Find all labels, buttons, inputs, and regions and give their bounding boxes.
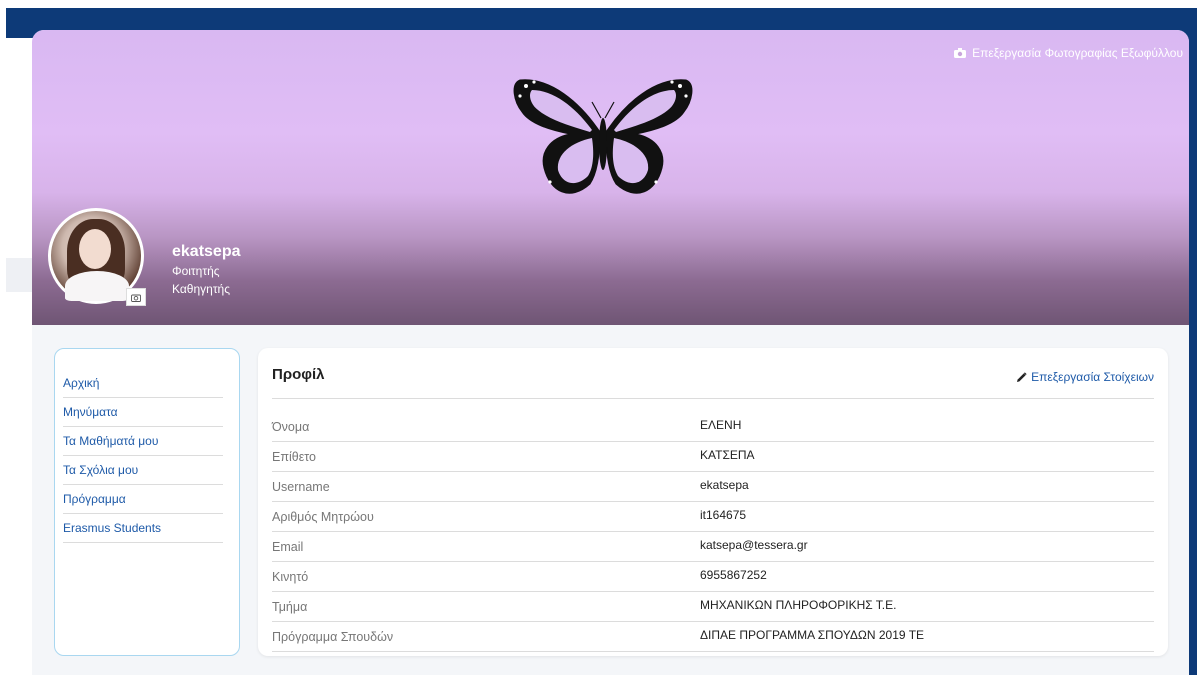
profile-page-card: Επεξεργασία Φωτογραφίας Εξωφύλλου ekatse… (32, 30, 1189, 675)
edit-details-label: Επεξεργασία Στοίχειων (1031, 370, 1154, 384)
profile-username: ekatsepa (172, 243, 241, 260)
sidebar-menu: Αρχική Μηνύματα Τα Μαθήματά μου Τα Σχόλι… (54, 348, 240, 656)
field-label: Επίθετο (272, 450, 316, 464)
butterfly-image (513, 79, 693, 194)
sidebar-item-my-comments[interactable]: Τα Σχόλια μου (63, 456, 223, 485)
profile-fields: Όνομα ΕΛΕΝΗ Επίθετο ΚΑΤΣΕΠΑ Username eka… (272, 412, 1154, 652)
field-label: Όνομα (272, 420, 310, 434)
change-avatar-button[interactable] (126, 288, 146, 306)
role-teacher: Καθηγητής (172, 282, 231, 296)
sidebar-item-schedule[interactable]: Πρόγραμμα (63, 485, 223, 514)
field-row-registration-number: Αριθμός Μητρώου it164675 (272, 502, 1154, 532)
field-row-email: Email katsepa@tessera.gr (272, 532, 1154, 562)
field-row-username: Username ekatsepa (272, 472, 1154, 502)
camera-icon (954, 48, 967, 58)
profile-details-card: Προφίλ Επεξεργασία Στοίχειων Όνομα ΕΛΕΝΗ… (258, 348, 1168, 656)
field-row-first-name: Όνομα ΕΛΕΝΗ (272, 412, 1154, 442)
field-value: it164675 (700, 508, 747, 522)
field-row-study-program: Πρόγραμμα Σπουδών ΔΙΠΑΕ ΠΡΟΓΡΑΜΜΑ ΣΠΟΥΔΩ… (272, 622, 1154, 652)
field-label: Τμήμα (272, 600, 308, 614)
field-row-department: Τμήμα ΜΗΧΑΝΙΚΩΝ ΠΛΗΡΟΦΟΡΙΚΗΣ Τ.Ε. (272, 592, 1154, 622)
top-bar (0, 0, 1197, 8)
field-row-last-name: Επίθετο ΚΑΤΣΕΠΑ (272, 442, 1154, 472)
side-panel-edge (6, 258, 32, 292)
field-label: Πρόγραμμα Σπουδών (272, 630, 394, 644)
field-value: ΔΙΠΑΕ ΠΡΟΓΡΑΜΜΑ ΣΠΟΥΔΩΝ 2019 ΤΕ (700, 628, 925, 642)
edit-details-button[interactable]: Επεξεργασία Στοίχειων (1016, 370, 1154, 384)
field-label: Αριθμός Μητρώου (272, 510, 374, 524)
sidebar-item-my-courses[interactable]: Τα Μαθήματά μου (63, 427, 223, 456)
role-student: Φοιτητής (172, 264, 220, 278)
sidebar-item-erasmus-students[interactable]: Erasmus Students (63, 514, 223, 543)
camera-icon (131, 294, 141, 302)
sidebar-item-messages[interactable]: Μηνύματα (63, 398, 223, 427)
field-row-mobile: Κινητό 6955867252 (272, 562, 1154, 592)
field-label: Email (272, 540, 304, 554)
field-label: Username (272, 480, 330, 494)
page-title: Προφίλ (272, 366, 325, 383)
field-value: katsepa@tessera.gr (700, 538, 808, 552)
field-value: ΕΛΕΝΗ (700, 418, 742, 432)
field-value: 6955867252 (700, 568, 767, 582)
field-value: ekatsepa (700, 478, 749, 492)
field-value: ΜΗΧΑΝΙΚΩΝ ΠΛΗΡΟΦΟΡΙΚΗΣ Τ.Ε. (700, 598, 897, 612)
pencil-icon (1017, 371, 1027, 382)
field-value: ΚΑΤΣΕΠΑ (700, 448, 755, 462)
sidebar-item-home[interactable]: Αρχική (63, 369, 223, 398)
cover-photo: Επεξεργασία Φωτογραφίας Εξωφύλλου (32, 30, 1189, 325)
title-divider (272, 398, 1154, 399)
edit-cover-photo-button[interactable]: Επεξεργασία Φωτογραφίας Εξωφύλλου (954, 46, 1183, 60)
edit-cover-photo-label: Επεξεργασία Φωτογραφίας Εξωφύλλου (972, 46, 1183, 60)
field-label: Κινητό (272, 570, 309, 584)
